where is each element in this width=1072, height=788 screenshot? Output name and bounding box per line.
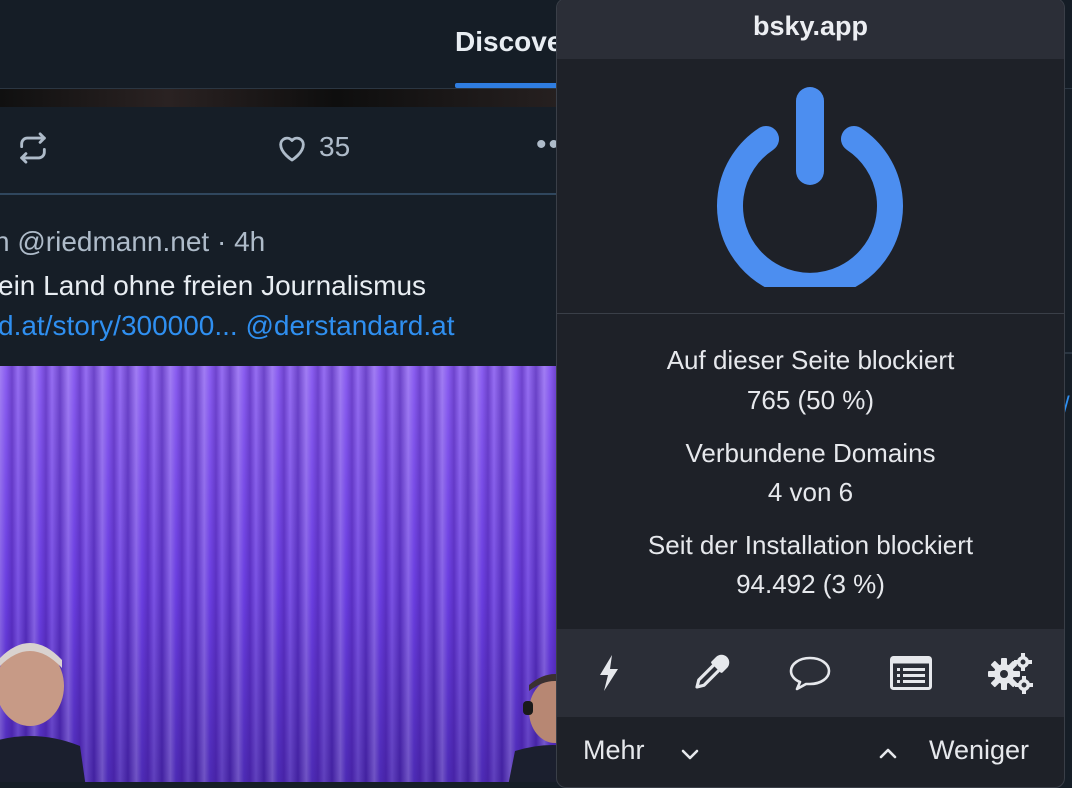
tab-discover[interactable]: Discove bbox=[455, 26, 562, 58]
stat-value-page-blocked: 765 (50 %) bbox=[746, 385, 875, 415]
post-text: ein Land ohne freien Journalismus bbox=[0, 270, 427, 301]
blocker-popup: bsky.app Auf dieser Seite blockiert 765 … bbox=[556, 0, 1065, 788]
chevron-up-icon[interactable] bbox=[877, 743, 899, 765]
popup-header: bsky.app bbox=[557, 0, 1064, 59]
less-button[interactable]: Weniger bbox=[929, 735, 1029, 766]
stat-value-since-install: 94.492 (3 %) bbox=[736, 569, 885, 599]
post-author-meta[interactable]: n @riedmann.net · 4h bbox=[0, 226, 265, 258]
previous-post-image-edge bbox=[0, 89, 560, 107]
stat-value-connected-domains: 4 von 6 bbox=[767, 477, 854, 507]
post-links[interactable]: d.at/story/300000... @derstandard.at bbox=[0, 310, 454, 342]
power-button-icon[interactable] bbox=[710, 87, 910, 287]
speech-bubble-icon[interactable] bbox=[786, 649, 834, 697]
post-image[interactable] bbox=[0, 366, 560, 782]
post-divider bbox=[0, 193, 560, 195]
gears-icon[interactable] bbox=[987, 649, 1035, 697]
stat-label-since-install: Seit der Installation blockiert bbox=[647, 530, 974, 560]
eyedropper-icon[interactable] bbox=[687, 649, 735, 697]
popup-domain: bsky.app bbox=[752, 11, 869, 41]
more-button[interactable]: Mehr bbox=[583, 735, 645, 766]
popup-toolbar bbox=[557, 629, 1064, 717]
stat-label-connected-domains: Verbundene Domains bbox=[685, 438, 936, 468]
repost-icon[interactable] bbox=[16, 131, 50, 165]
lightning-icon[interactable] bbox=[585, 649, 633, 697]
like-count: 35 bbox=[319, 131, 351, 162]
chevron-down-icon[interactable] bbox=[679, 743, 701, 765]
popup-separator bbox=[557, 313, 1064, 314]
like-heart-icon[interactable] bbox=[275, 131, 309, 165]
list-icon[interactable] bbox=[887, 649, 935, 697]
person-left-figure bbox=[0, 643, 86, 782]
person-right-figure bbox=[508, 674, 560, 782]
stat-label-page-blocked: Auf dieser Seite blockiert bbox=[666, 345, 955, 375]
